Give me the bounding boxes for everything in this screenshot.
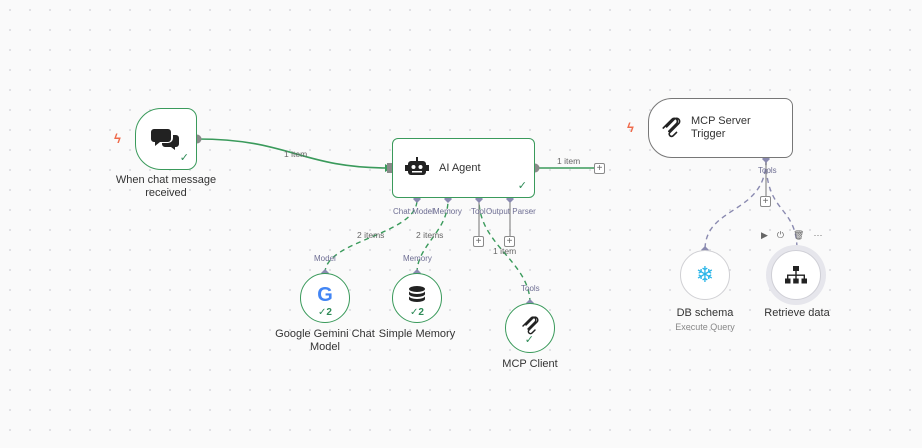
label-gemini-items: 2 items: [357, 230, 385, 240]
label-chat-to-agent: 1 item: [284, 149, 308, 159]
network-icon: [785, 266, 807, 284]
connection-layer: [192, 134, 801, 307]
success-check-icon: ✓: [524, 334, 534, 346]
trigger-bolt-icon: ϟ: [114, 131, 121, 146]
port-label-model: Model: [314, 254, 336, 263]
node-chat-trigger[interactable]: ✓: [135, 108, 197, 170]
chat-bubbles-icon: [151, 129, 179, 150]
robot-icon: [405, 157, 429, 175]
wire-db-schema: [704, 159, 767, 251]
node-mcp-client[interactable]: ✓: [505, 303, 555, 353]
run-count-badge: ✓2: [318, 307, 332, 318]
node-mcp-server-trigger[interactable]: MCP Server Trigger: [648, 98, 793, 158]
google-g-icon: G: [317, 283, 333, 306]
success-check-icon: ✓: [517, 180, 527, 192]
trigger-bolt-icon: ϟ: [627, 120, 634, 135]
db-schema-subtitle: Execute Query: [675, 322, 735, 332]
snowflake-icon: ❄: [695, 262, 715, 287]
node-ai-agent[interactable]: AI Agent ✓: [392, 138, 535, 198]
mcp-icon: [662, 117, 681, 138]
database-icon: [409, 286, 425, 302]
delete-node-button[interactable]: 🗑: [793, 230, 804, 241]
db-schema-title: DB schema: [676, 307, 734, 319]
ai-agent-title: AI Agent: [439, 161, 481, 174]
node-retrieve-data[interactable]: [771, 250, 821, 300]
port-label-chat-model: Chat Model: [393, 207, 434, 216]
port-label-tools-in: Tools: [521, 284, 540, 293]
simple-memory-title: Simple Memory: [378, 328, 456, 340]
add-tool-button[interactable]: +: [473, 236, 484, 247]
label-tool-items: 1 item: [493, 246, 517, 256]
gemini-title: Google Gemini Chat Model: [275, 328, 375, 353]
label-agent-output: 1 item: [557, 156, 581, 166]
port-label-memory-in: Memory: [403, 254, 432, 263]
add-output-node-button[interactable]: +: [594, 163, 605, 174]
run-count-badge: ✓2: [410, 307, 424, 318]
run-node-button[interactable]: ▶: [761, 230, 768, 241]
port-label-memory: Memory: [433, 207, 462, 216]
more-options-button[interactable]: ···: [813, 230, 822, 241]
add-mcp-tool-button[interactable]: +: [760, 196, 771, 207]
node-google-gemini[interactable]: G ✓2: [300, 273, 350, 323]
success-check-icon: ✓: [179, 152, 189, 164]
retrieve-data-title: Retrieve data: [764, 307, 830, 319]
port-label-tools-out: Tools: [758, 166, 777, 175]
mcp-server-trigger-title: MCP Server Trigger: [691, 115, 751, 140]
label-memory-items: 2 items: [416, 230, 444, 240]
port-label-output-parser: Output Parser: [486, 207, 536, 216]
chat-trigger-title: When chat message received: [115, 174, 217, 199]
mcp-client-title: MCP Client: [502, 358, 558, 370]
node-db-schema[interactable]: ❄: [680, 250, 730, 300]
node-toolbar: ▶ ⏻ 🗑 ···: [761, 230, 822, 241]
node-simple-memory[interactable]: ✓2: [392, 273, 442, 323]
port-label-tool: Tool: [471, 207, 486, 216]
power-toggle-button[interactable]: ⏻: [777, 230, 784, 241]
